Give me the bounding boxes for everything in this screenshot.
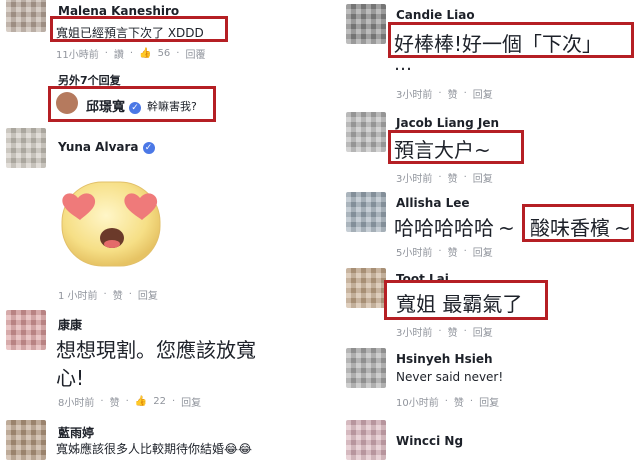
thumbs-up-icon: 👍	[139, 48, 152, 59]
reply-link[interactable]: 回复	[479, 394, 499, 409]
separator: ·	[103, 289, 107, 300]
separator: ·	[100, 396, 104, 407]
commenter-name[interactable]: Jacob Liang Jen	[396, 116, 499, 130]
separator: ·	[128, 289, 132, 300]
separator: ·	[463, 326, 467, 337]
comment-meta: 3小时前 · 赞 · 回复	[396, 324, 493, 339]
commenter-name[interactable]: Hsinyeh Hsieh	[396, 352, 493, 366]
comment-meta: 8小时前 · 赞 · 👍 22 · 回复	[58, 394, 201, 409]
heart-eyes-emoji-icon	[61, 181, 161, 267]
like-link[interactable]: 赞	[448, 324, 458, 339]
commenter-name[interactable]: 康康	[58, 316, 82, 333]
separator: ·	[463, 246, 467, 257]
verified-badge-icon: ✓	[142, 141, 155, 154]
separator: ·	[129, 48, 134, 59]
comment-meta: 10小时前 · 赞 · 回复	[396, 394, 499, 409]
avatar[interactable]	[346, 112, 386, 152]
avatar[interactable]	[6, 310, 46, 350]
highlight-box	[48, 86, 216, 122]
comment-text: Never said never!	[396, 370, 504, 384]
timestamp: 1 小时前	[58, 291, 98, 302]
thumbs-up-icon: 👍	[134, 396, 148, 407]
like-link[interactable]: 讚	[114, 46, 124, 61]
reply-link[interactable]: 回复	[473, 170, 493, 185]
separator: ·	[171, 396, 176, 407]
highlight-box	[50, 16, 228, 42]
avatar[interactable]	[6, 420, 46, 460]
like-link[interactable]: 赞	[110, 394, 120, 409]
separator: ·	[438, 246, 442, 257]
commenter-name[interactable]: Allisha Lee	[396, 196, 470, 210]
commenter-name[interactable]: Candie Liao	[396, 8, 475, 22]
left-comment-column: Malena Kaneshiro 寬姐已經預言下次了 XDDD 11小時前 · …	[0, 0, 316, 460]
highlight-box	[388, 130, 524, 164]
right-comment-column: Candie Liao 好棒棒!好一個「下次」 … 3小时前 · 赞 · 回复 …	[324, 0, 640, 460]
highlight-box	[384, 280, 548, 320]
separator: ·	[463, 172, 467, 183]
like-link[interactable]: 赞	[448, 244, 458, 259]
like-count: 22	[153, 396, 166, 407]
comment-text-line2: …	[394, 54, 412, 75]
separator: ·	[176, 48, 180, 59]
commenter-name[interactable]: 藍雨婷	[58, 424, 94, 441]
comment-text-a: 哈哈哈哈哈 ~	[394, 216, 515, 240]
highlight-box	[388, 22, 634, 58]
comment-meta: 3小时前 · 赞 · 回复	[396, 170, 493, 185]
reply-link[interactable]: 回复	[473, 244, 493, 259]
comment-text-line2: 心!	[56, 366, 85, 390]
reply-link[interactable]: 回复	[473, 86, 493, 101]
like-link[interactable]: 赞	[448, 170, 458, 185]
like-link[interactable]: 赞	[448, 86, 458, 101]
avatar[interactable]	[346, 192, 386, 232]
comment-meta: 11小時前 · 讚 · 👍 56 · 回覆	[56, 46, 205, 61]
reply-link[interactable]: 回复	[138, 287, 158, 302]
commenter-name[interactable]: Yuna Alvara ✓	[58, 140, 155, 154]
avatar[interactable]	[6, 128, 46, 168]
timestamp: 10小时前	[396, 398, 439, 409]
avatar[interactable]	[346, 348, 386, 388]
timestamp: 3小时前	[396, 90, 433, 101]
highlight-box	[522, 204, 634, 242]
timestamp: 11小時前	[56, 50, 99, 61]
timestamp: 3小时前	[396, 174, 433, 185]
avatar[interactable]	[346, 420, 386, 460]
comment-meta: 3小时前 · 赞 · 回复	[396, 86, 493, 101]
separator: ·	[125, 396, 129, 407]
separator: ·	[104, 48, 108, 59]
column-divider	[316, 0, 324, 460]
comment-meta: 1 小时前 · 赞 · 回复	[58, 287, 158, 302]
separator: ·	[469, 396, 474, 407]
timestamp: 3小时前	[396, 328, 433, 339]
separator: ·	[463, 88, 467, 99]
comment-meta: 5小时前 · 赞 · 回复	[396, 244, 493, 259]
separator: ·	[438, 88, 442, 99]
separator: ·	[438, 326, 442, 337]
reply-link[interactable]: 回覆	[185, 46, 205, 61]
timestamp: 8小时前	[58, 398, 95, 409]
avatar[interactable]	[346, 4, 386, 44]
like-count: 56	[157, 48, 171, 59]
avatar[interactable]	[6, 0, 46, 32]
reply-link[interactable]: 回复	[473, 324, 493, 339]
commenter-name[interactable]: Wincci Ng	[396, 434, 463, 448]
reply-link[interactable]: 回复	[181, 394, 201, 409]
avatar[interactable]	[346, 268, 386, 308]
like-link[interactable]: 赞	[454, 394, 464, 409]
comment-text: 寬姊應該很多人比較期待你結婚😂😂	[56, 442, 253, 456]
separator: ·	[444, 396, 448, 407]
timestamp: 5小时前	[396, 248, 433, 259]
separator: ·	[438, 172, 442, 183]
comment-text-line1: 想想現割。您應該放寬	[56, 338, 256, 362]
like-link[interactable]: 赞	[113, 287, 123, 302]
